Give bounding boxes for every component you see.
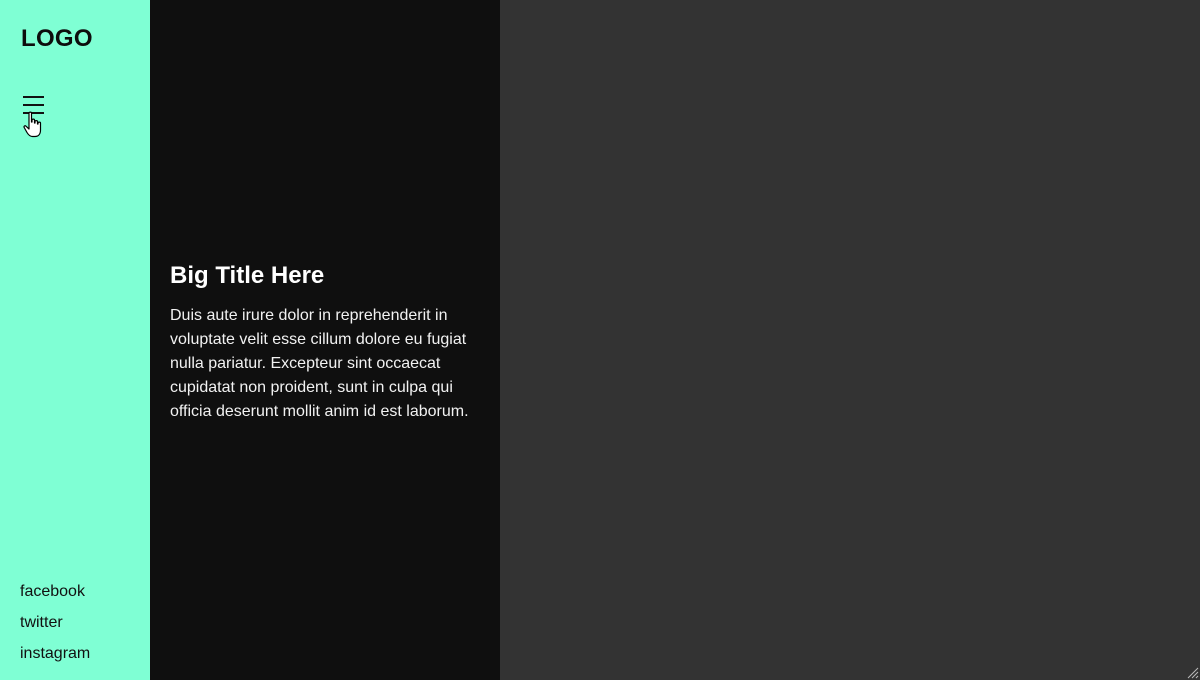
body-paragraph: Duis aute irure dolor in reprehenderit i…	[170, 307, 469, 420]
hamburger-menu-button[interactable]	[20, 92, 46, 122]
sidebar: LOGO facebook twitter instagram	[0, 0, 150, 680]
page: LOGO facebook twitter instagram Big Titl…	[0, 0, 1200, 680]
social-link-instagram: instagram	[20, 638, 90, 669]
image-panel	[500, 0, 1200, 680]
page-title: Big Title Here	[170, 262, 325, 289]
facebook-link[interactable]: facebook	[20, 583, 85, 600]
hamburger-menu-icon	[23, 96, 44, 114]
social-link-twitter: twitter	[20, 607, 90, 638]
social-link-facebook: facebook	[20, 576, 90, 607]
text-panel: Big Title Here Duis aute irure dolor in …	[150, 0, 500, 680]
social-links: facebook twitter instagram	[20, 576, 90, 669]
twitter-link[interactable]: twitter	[20, 614, 63, 631]
content-block: Big Title Here Duis aute irure dolor in …	[170, 262, 480, 424]
logo[interactable]: LOGO	[21, 25, 93, 53]
resize-grip-icon[interactable]	[1187, 667, 1199, 679]
instagram-link[interactable]: instagram	[20, 645, 90, 662]
